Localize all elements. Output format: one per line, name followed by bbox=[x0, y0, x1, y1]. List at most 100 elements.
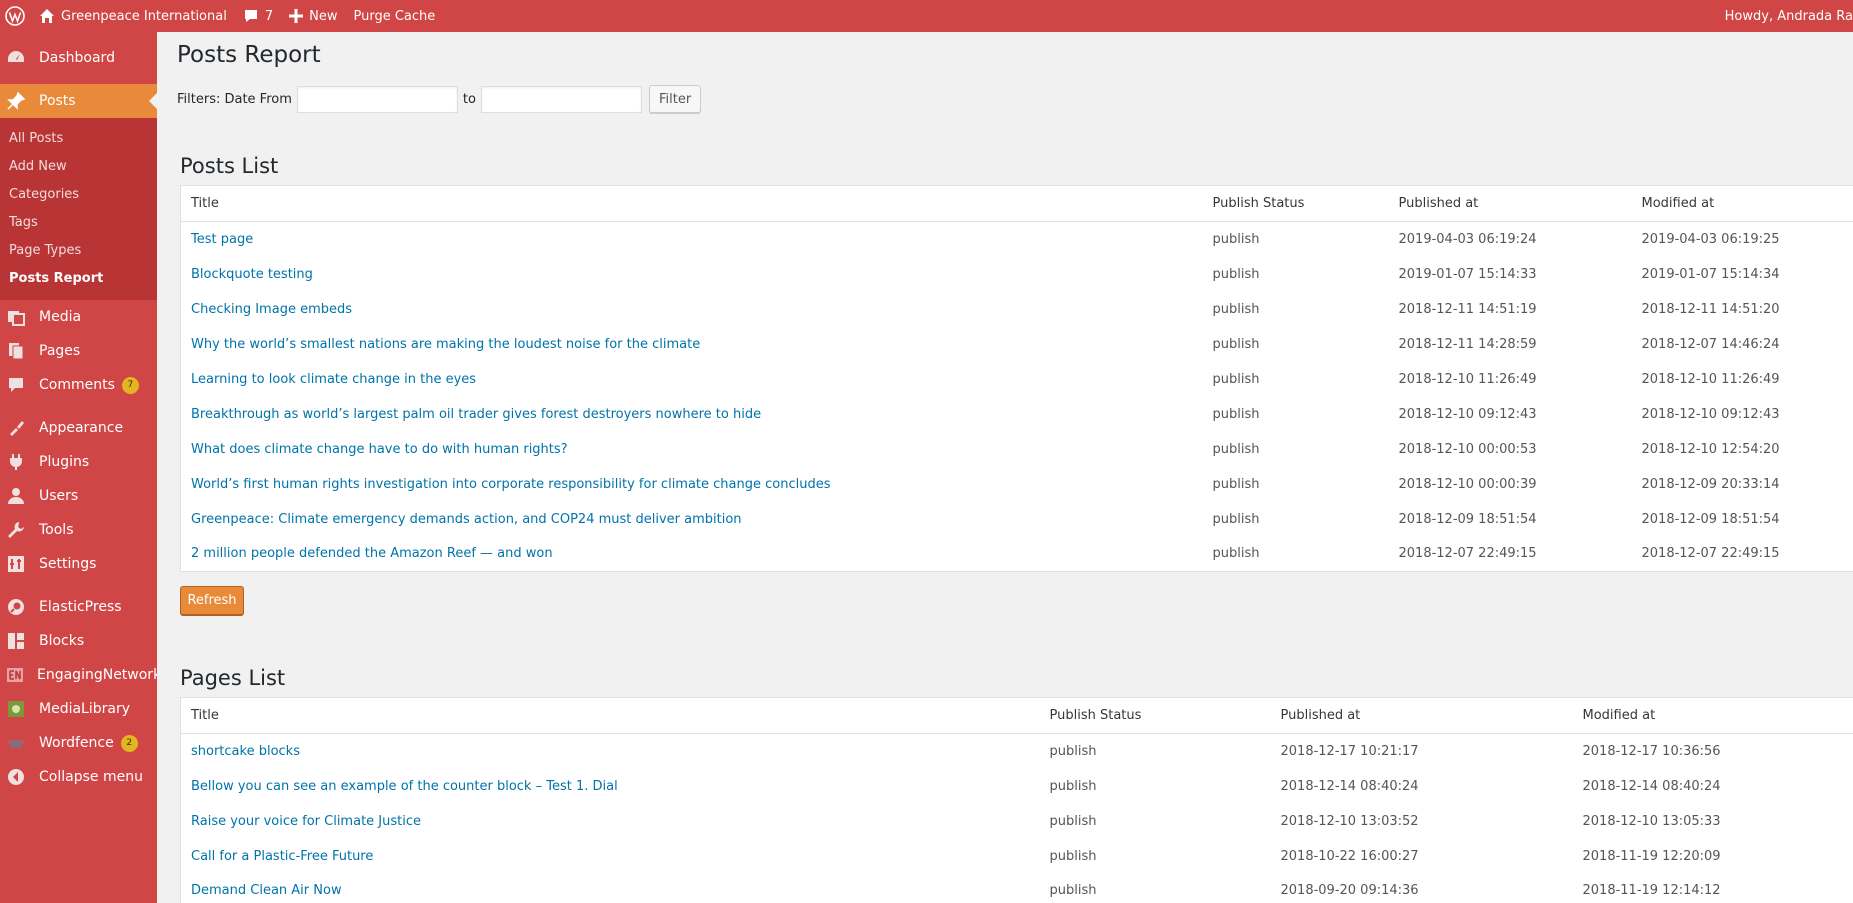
cell-modified: 2018-11-19 12:20:09 bbox=[1582, 848, 1721, 864]
cell-status: publish bbox=[1212, 441, 1260, 457]
cell-title[interactable]: Call for a Plastic-Free Future bbox=[181, 839, 1040, 874]
cell-published: 2019-04-03 06:19:24 bbox=[1398, 231, 1537, 247]
cell-title[interactable]: 2 million people defended the Amazon Ree… bbox=[181, 537, 1203, 572]
wordpress-logo-icon[interactable] bbox=[0, 0, 31, 32]
menu-pages[interactable]: Pages bbox=[0, 334, 157, 368]
menu-elasticpress[interactable]: ElasticPress bbox=[0, 590, 157, 624]
menu-posts[interactable]: Posts bbox=[0, 84, 157, 118]
wordfence-icon bbox=[6, 733, 26, 753]
main-content: Posts Report Filters: Date From to Filte… bbox=[157, 32, 1853, 903]
submenu-posts-report[interactable]: Posts Report bbox=[0, 265, 157, 293]
menu-blocks-label: Blocks bbox=[39, 633, 85, 649]
table-row: Greenpeace: Climate emergency demands ac… bbox=[181, 502, 1853, 537]
cell-title[interactable]: Demand Clean Air Now bbox=[181, 874, 1040, 903]
cell-published: 2018-12-10 00:00:53 bbox=[1398, 441, 1537, 457]
comments-count-badge: 7 bbox=[121, 376, 139, 394]
purge-cache-link[interactable]: Purge Cache bbox=[345, 0, 443, 32]
cell-modified: 2018-12-09 20:33:14 bbox=[1641, 476, 1780, 492]
cell-published: 2018-09-20 09:14:36 bbox=[1280, 883, 1419, 899]
filter-button[interactable]: Filter bbox=[648, 85, 702, 113]
menu-dashboard-label: Dashboard bbox=[39, 50, 115, 66]
new-label: New bbox=[309, 8, 338, 24]
submenu-add-new[interactable]: Add New bbox=[0, 153, 157, 181]
my-account-link[interactable]: Howdy, Andrada Ra bbox=[1717, 0, 1853, 32]
menu-settings-label: Settings bbox=[39, 556, 97, 572]
site-name-link[interactable]: Greenpeace International bbox=[31, 0, 235, 32]
cell-title[interactable]: What does climate change have to do with… bbox=[181, 432, 1203, 467]
cell-published: 2018-12-14 08:40:24 bbox=[1280, 778, 1419, 794]
cell-title[interactable]: shortcake blocks bbox=[181, 734, 1040, 769]
cell-modified: 2019-01-07 15:14:34 bbox=[1641, 266, 1780, 282]
cell-title[interactable]: Greenpeace: Climate emergency demands ac… bbox=[181, 502, 1203, 537]
menu-appearance[interactable]: Appearance bbox=[0, 411, 157, 445]
cell-title[interactable]: Bellow you can see an example of the cou… bbox=[181, 769, 1040, 804]
pin-icon bbox=[6, 91, 26, 111]
cell-status: publish bbox=[1212, 301, 1260, 317]
table-row: Raise your voice for Climate Justice publ… bbox=[181, 804, 1853, 839]
cell-title[interactable]: Checking Image embeds bbox=[181, 292, 1203, 327]
filters-label: Filters: Date From bbox=[177, 91, 292, 107]
date-to-input[interactable] bbox=[480, 85, 642, 113]
menu-elasticpress-label: ElasticPress bbox=[39, 599, 122, 615]
tools-icon bbox=[6, 520, 26, 540]
menu-appearance-label: Appearance bbox=[39, 420, 124, 436]
menu-collapse[interactable]: Collapse menu bbox=[0, 760, 157, 794]
menu-plugins-label: Plugins bbox=[39, 454, 90, 470]
cell-published: 2018-12-10 13:03:52 bbox=[1280, 813, 1419, 829]
submenu-page-types[interactable]: Page Types bbox=[0, 237, 157, 265]
menu-users[interactable]: Users bbox=[0, 479, 157, 513]
cell-status: publish bbox=[1212, 476, 1260, 492]
new-content-link[interactable]: New bbox=[281, 0, 345, 32]
cell-status: publish bbox=[1049, 778, 1097, 794]
menu-plugins[interactable]: Plugins bbox=[0, 445, 157, 479]
cell-modified: 2018-11-19 12:14:12 bbox=[1582, 883, 1721, 899]
cell-published: 2018-12-11 14:51:19 bbox=[1398, 301, 1537, 317]
filters-bar: Filters: Date From to Filter bbox=[177, 85, 702, 113]
menu-media[interactable]: Media bbox=[0, 300, 157, 334]
menu-collapse-label: Collapse menu bbox=[39, 769, 143, 785]
cell-status: publish bbox=[1212, 266, 1260, 282]
table-row: What does climate change have to do with… bbox=[181, 432, 1853, 467]
cell-title[interactable]: Why the world’s smallest nations are mak… bbox=[181, 327, 1203, 362]
submenu-categories[interactable]: Categories bbox=[0, 181, 157, 209]
posts-table-header: Title Publish Status Published at Modifi… bbox=[180, 185, 1853, 222]
pages-icon bbox=[6, 341, 26, 361]
submenu-all-posts[interactable]: All Posts bbox=[0, 125, 157, 153]
cell-title[interactable]: World’s first human rights investigation… bbox=[181, 467, 1203, 502]
column-header-modified: Modified at bbox=[1631, 185, 1853, 222]
cell-title[interactable]: Raise your voice for Climate Justice bbox=[181, 804, 1040, 839]
menu-media-label: Media bbox=[39, 309, 82, 325]
comment-bubble-icon bbox=[243, 8, 259, 24]
menu-tools[interactable]: Tools bbox=[0, 513, 157, 547]
menu-blocks[interactable]: Blocks bbox=[0, 624, 157, 658]
menu-engagingnetworks[interactable]: EngagingNetworks bbox=[0, 658, 157, 692]
date-from-input[interactable] bbox=[296, 85, 458, 113]
table-row: 2 million people defended the Amazon Ree… bbox=[181, 537, 1853, 572]
cell-published: 2018-12-17 10:21:17 bbox=[1280, 743, 1419, 759]
menu-medialibrary[interactable]: MediaLibrary bbox=[0, 692, 157, 726]
cell-status: publish bbox=[1212, 231, 1260, 247]
elasticpress-icon bbox=[6, 597, 26, 617]
refresh-button[interactable]: Refresh bbox=[180, 586, 244, 615]
settings-icon bbox=[6, 554, 26, 574]
comments-link[interactable]: 7 bbox=[235, 0, 281, 32]
menu-settings[interactable]: Settings bbox=[0, 547, 157, 581]
cell-modified: 2018-12-07 22:49:15 bbox=[1641, 546, 1780, 562]
menu-dashboard[interactable]: Dashboard bbox=[0, 41, 157, 75]
menu-comments[interactable]: Comments 7 bbox=[0, 368, 157, 402]
column-header-modified: Modified at bbox=[1572, 697, 1853, 734]
menu-wordfence[interactable]: Wordfence 2 bbox=[0, 726, 157, 760]
menu-users-label: Users bbox=[39, 488, 79, 504]
admin-bar: Greenpeace International 7 New Purge Cac… bbox=[0, 0, 1853, 32]
blocks-icon bbox=[6, 631, 26, 651]
submenu-tags[interactable]: Tags bbox=[0, 209, 157, 237]
posts-table: Title Publish Status Published at Modifi… bbox=[180, 185, 1853, 572]
cell-status: publish bbox=[1212, 546, 1260, 562]
appearance-icon bbox=[6, 418, 26, 438]
cell-status: publish bbox=[1212, 371, 1260, 387]
cell-title[interactable]: Learning to look climate change in the e… bbox=[181, 362, 1203, 397]
cell-title[interactable]: Test page bbox=[181, 222, 1203, 257]
cell-title[interactable]: Breakthrough as world’s largest palm oil… bbox=[181, 397, 1203, 432]
howdy-label: Howdy, Andrada Ra bbox=[1724, 8, 1853, 24]
cell-title[interactable]: Blockquote testing bbox=[181, 257, 1203, 292]
